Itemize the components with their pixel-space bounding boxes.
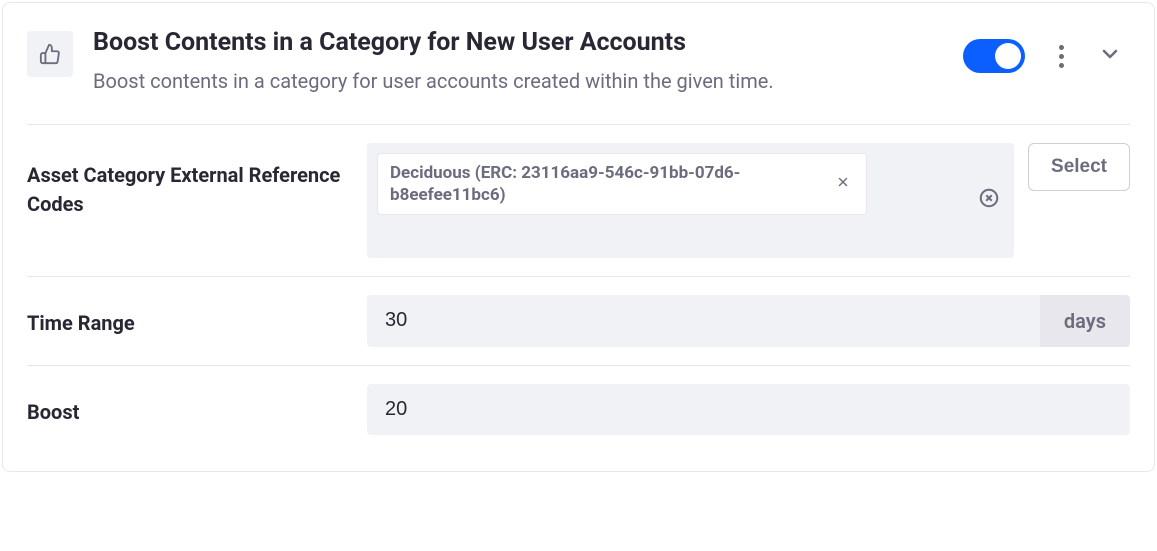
tag-container[interactable]: Deciduous (ERC: 23116aa9-546c-91bb-07d6-…	[367, 143, 1014, 258]
time-range-label: Time Range	[27, 295, 367, 338]
kebab-menu-button[interactable]	[1055, 41, 1068, 72]
tag-remove-icon[interactable]	[832, 172, 854, 195]
boost-label: Boost	[27, 384, 367, 427]
card-title: Boost Contents in a Category for New Use…	[93, 27, 943, 60]
row-time-range: Time Range days	[27, 277, 1130, 366]
boost-controls	[367, 384, 1130, 435]
row-boost: Boost	[27, 366, 1130, 435]
time-range-controls: days	[367, 295, 1130, 347]
select-button[interactable]: Select	[1028, 143, 1130, 191]
asset-category-controls: Deciduous (ERC: 23116aa9-546c-91bb-07d6-…	[367, 143, 1130, 258]
category-tag: Deciduous (ERC: 23116aa9-546c-91bb-07d6-…	[377, 153, 867, 215]
header-controls	[963, 27, 1130, 73]
asset-category-label: Asset Category External Reference Codes	[27, 143, 367, 219]
enable-toggle[interactable]	[963, 39, 1025, 73]
row-asset-category: Asset Category External Reference Codes …	[27, 125, 1130, 277]
collapse-chevron-icon[interactable]	[1098, 42, 1122, 70]
time-range-input[interactable]	[367, 295, 1040, 347]
time-range-unit: days	[1040, 295, 1130, 347]
time-range-input-group: days	[367, 295, 1130, 347]
boost-input-group	[367, 384, 1130, 435]
thumbs-up-icon	[27, 31, 73, 77]
boost-input[interactable]	[367, 384, 1130, 435]
clear-all-icon[interactable]	[978, 187, 1000, 213]
card-description: Boost contents in a category for user ac…	[93, 66, 943, 96]
boost-card: Boost Contents in a Category for New Use…	[2, 2, 1155, 472]
card-header: Boost Contents in a Category for New Use…	[27, 27, 1130, 96]
title-block: Boost Contents in a Category for New Use…	[93, 27, 943, 96]
toggle-knob	[995, 43, 1021, 69]
category-tag-text: Deciduous (ERC: 23116aa9-546c-91bb-07d6-…	[390, 162, 820, 206]
